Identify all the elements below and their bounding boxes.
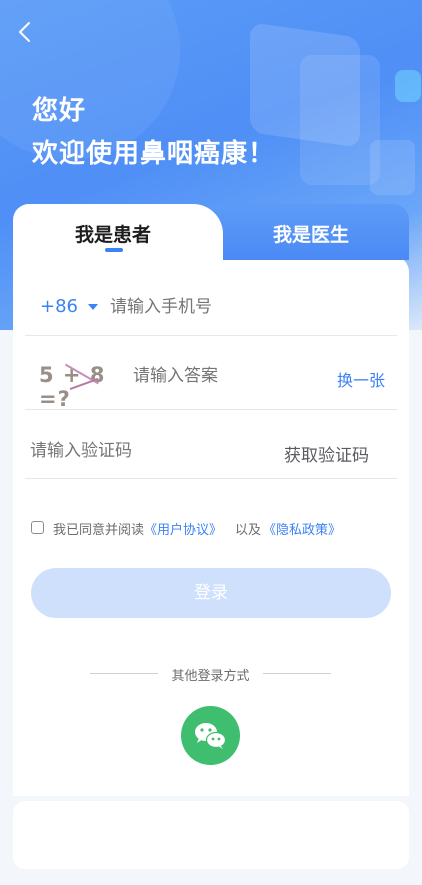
tab-doctor[interactable]: 我是医生 <box>213 204 409 260</box>
refresh-captcha-button[interactable]: 换一张 <box>337 367 385 391</box>
captcha-row: 5 + 8 =? 换一张 <box>25 354 397 411</box>
captcha-answer-input[interactable] <box>133 366 313 386</box>
captcha-image[interactable]: 5 + 8 =? <box>39 363 129 411</box>
user-agreement-link[interactable]: 《用户协议》 <box>144 519 222 538</box>
get-code-button[interactable]: 获取验证码 <box>284 441 369 466</box>
agreement-checkbox[interactable] <box>31 521 44 534</box>
sms-code-input[interactable] <box>30 441 250 461</box>
tab-patient[interactable]: 我是患者 <box>13 204 223 266</box>
phone-input[interactable] <box>110 297 380 317</box>
phone-row: +86 <box>25 285 397 336</box>
bottom-panel <box>13 801 409 869</box>
agreement-and: 以及 <box>235 523 262 538</box>
login-button[interactable]: 登录 <box>31 568 391 618</box>
decoration-shape <box>300 55 380 185</box>
tab-doctor-label: 我是医生 <box>272 224 349 246</box>
other-login-label: 其他登录方式 <box>171 669 250 684</box>
divider <box>90 673 158 674</box>
agreement-prefix: 我已同意并阅读 <box>53 523 145 538</box>
tab-active-indicator <box>105 248 123 252</box>
country-code-selector[interactable]: +86 <box>40 296 78 317</box>
greeting-subtitle: 欢迎使用鼻咽癌康！ <box>32 139 276 169</box>
wechat-icon <box>195 723 227 749</box>
greeting-title: 您好 <box>32 96 87 126</box>
decoration-shape <box>370 140 415 195</box>
role-tabs: 我是医生 我是患者 <box>13 204 409 266</box>
tab-patient-label: 我是患者 <box>74 224 151 246</box>
privacy-policy-link[interactable]: 《隐私政策》 <box>263 519 341 538</box>
back-icon[interactable] <box>14 20 38 44</box>
decoration-shape <box>395 70 421 102</box>
sms-row: 获取验证码 <box>25 430 397 479</box>
wechat-login-button[interactable] <box>181 706 240 765</box>
chevron-down-icon[interactable] <box>88 304 98 310</box>
divider <box>263 673 331 674</box>
